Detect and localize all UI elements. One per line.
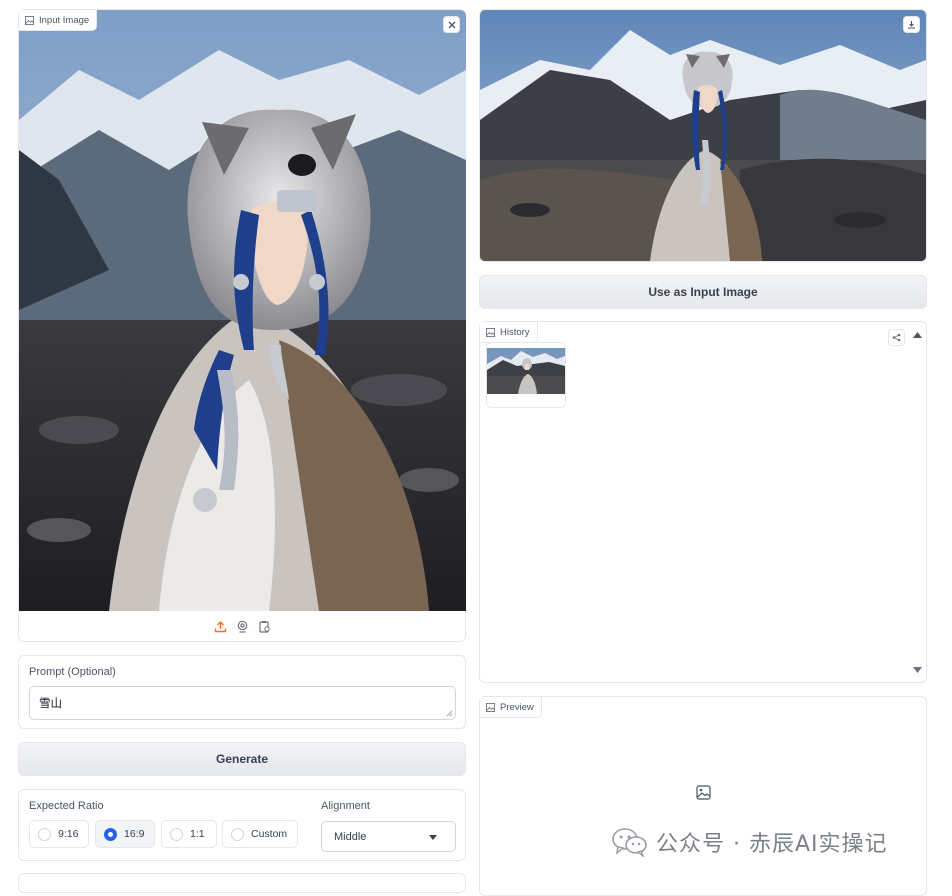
preview-label: Preview	[500, 701, 534, 713]
alignment-select[interactable]: Middle	[321, 821, 456, 852]
image-icon	[486, 327, 495, 337]
clipboard-icon[interactable]	[258, 620, 271, 633]
upload-icon[interactable]	[214, 620, 227, 633]
prompt-value: 雪山	[39, 696, 62, 710]
history-thumbnail-picture	[487, 348, 565, 394]
watermark-text: 公众号 · 赤辰AI实操记	[656, 832, 888, 857]
ratio-option-custom[interactable]: Custom	[222, 820, 298, 848]
chevron-down-icon	[429, 835, 437, 840]
ratio-option-label: Custom	[251, 828, 288, 840]
ratio-option-9-16[interactable]: 9:16	[29, 820, 89, 848]
share-icon	[892, 333, 901, 342]
ratio-option-label: 9:16	[58, 828, 79, 840]
wechat-icon	[612, 828, 647, 857]
input-image-label: Input Image	[39, 14, 90, 26]
ratio-option-1-1[interactable]: 1:1	[161, 820, 217, 848]
ratio-option-label: 1:1	[190, 828, 205, 840]
history-panel: History	[479, 321, 927, 683]
close-icon	[448, 21, 455, 28]
alignment-value: Middle	[334, 830, 367, 843]
expected-ratio-label: Expected Ratio	[29, 800, 104, 812]
output-image-panel	[479, 9, 927, 262]
prompt-panel: Prompt (Optional) 雪山	[18, 655, 466, 729]
radio-dot-selected	[104, 827, 117, 841]
input-image-tag: Input Image	[19, 10, 98, 31]
history-tag: History	[480, 322, 538, 343]
image-icon	[486, 702, 495, 712]
clear-image-button[interactable]	[443, 16, 460, 33]
ratio-option-label: 16:9	[124, 828, 145, 840]
ratio-option-16-9[interactable]: 16:9	[95, 820, 155, 848]
wechat-watermark: 公众号 · 赤辰AI实操记	[612, 826, 888, 858]
image-source-toolbar	[19, 611, 466, 642]
scroll-up-icon[interactable]	[913, 332, 922, 338]
share-button[interactable]	[888, 329, 905, 346]
history-label: History	[500, 326, 530, 338]
history-scrollbar[interactable]	[913, 330, 923, 675]
preview-panel: Preview	[479, 696, 927, 896]
prompt-input[interactable]: 雪山	[29, 686, 456, 720]
output-image-picture	[480, 10, 926, 261]
resize-handle-icon[interactable]	[446, 710, 453, 717]
next-panel-edge	[18, 873, 466, 893]
radio-dot	[231, 827, 244, 841]
prompt-label: Prompt (Optional)	[29, 666, 116, 678]
empty-image-icon	[696, 785, 711, 800]
input-image[interactable]	[19, 10, 466, 611]
input-image-picture	[19, 10, 466, 611]
webcam-icon[interactable]	[236, 620, 249, 633]
scroll-down-icon[interactable]	[913, 667, 922, 673]
generate-button[interactable]: Generate	[18, 742, 466, 776]
use-as-input-button[interactable]: Use as Input Image	[479, 275, 927, 309]
alignment-label: Alignment	[321, 800, 370, 812]
radio-dot	[38, 827, 51, 841]
preview-tag: Preview	[480, 697, 542, 718]
output-image[interactable]	[480, 10, 926, 261]
history-thumbnail[interactable]	[486, 342, 566, 408]
download-icon	[908, 21, 915, 29]
input-image-panel: Input Image	[18, 9, 466, 642]
download-button[interactable]	[903, 16, 920, 33]
image-icon	[25, 15, 34, 25]
radio-dot	[170, 827, 183, 841]
ratio-panel: Expected Ratio 9:16 16:9 1:1 Custom Alig…	[18, 789, 466, 861]
